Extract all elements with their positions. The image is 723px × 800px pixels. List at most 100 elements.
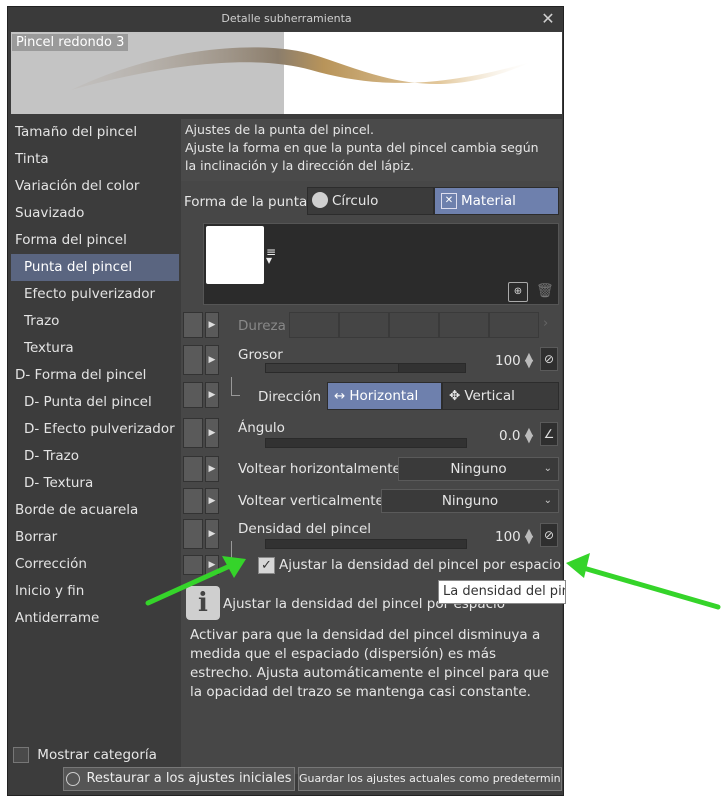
circle-option-label: Círculo [332, 193, 379, 209]
expand-button[interactable]: ▶ [205, 345, 219, 375]
hardness-slider[interactable] [289, 312, 539, 338]
material-thumbnail[interactable] [206, 226, 264, 284]
hardness-row: ▶ Dureza › [181, 312, 562, 340]
tip-shape-material-option[interactable]: ✕ Material [434, 187, 559, 215]
spinner-icon[interactable]: ▲ ▼ [523, 351, 535, 369]
brush-density-label: Densidad del pincel [238, 521, 372, 537]
expand-button[interactable]: ▶ [205, 312, 219, 338]
sidebar-item[interactable]: Textura [11, 335, 179, 362]
material-list[interactable]: ≡ ▾ ⊕ 🗑 [203, 223, 559, 305]
sidebar-item[interactable]: Inicio y fin [11, 578, 179, 605]
flip-vertical-row: ▶ Voltear verticalmente Ninguno ⌄ [181, 488, 562, 516]
flip-vertical-value: Ninguno [441, 493, 499, 509]
direction-horizontal-option[interactable]: ↔ Horizontal [327, 382, 442, 410]
circle-icon [312, 192, 328, 208]
pressure-toggle[interactable] [183, 382, 203, 408]
hardness-label: Dureza [238, 318, 286, 334]
no-pressure-icon[interactable]: ⊘ [540, 347, 558, 371]
pressure-toggle[interactable] [183, 555, 203, 575]
vertical-option-label: Vertical [464, 388, 515, 404]
direction-label: Dirección [258, 389, 322, 405]
expand-button[interactable]: ▶ [205, 382, 219, 408]
tree-connector [231, 377, 240, 396]
spinner-icon[interactable]: ▲ ▼ [523, 426, 535, 444]
description-line: Ajustes de la punta del pincel. [185, 122, 374, 137]
expand-button[interactable]: ▶ [205, 488, 219, 514]
save-as-default-button[interactable]: Guardar los ajustes actuales como predet… [298, 767, 562, 791]
pressure-toggle[interactable] [183, 456, 203, 482]
flip-horizontal-label: Voltear horizontalmente [238, 461, 401, 477]
pressure-toggle[interactable] [183, 345, 203, 375]
pressure-toggle[interactable] [183, 488, 203, 514]
angle-slider[interactable] [265, 438, 467, 448]
sidebar-item[interactable]: Trazo [11, 308, 179, 335]
adjust-density-label[interactable]: Ajustar la densidad del pincel por espac… [279, 557, 561, 573]
expand-button[interactable]: ▶ [205, 456, 219, 482]
sidebar-item[interactable]: D- Punta del pincel [11, 389, 179, 416]
subtool-detail-window: Detalle subherramienta ✕ Pincel redondo … [7, 6, 564, 796]
brush-density-slider[interactable] [265, 539, 467, 549]
show-category-checkbox[interactable] [13, 747, 29, 763]
brush-density-value[interactable]: 100 [495, 529, 521, 545]
tip-shape-row: Forma de la punta Círculo ✕ Material [181, 187, 562, 217]
pressure-toggle[interactable] [183, 312, 203, 338]
flip-horizontal-value: Ninguno [450, 461, 507, 477]
horizontal-option-label: Horizontal [349, 388, 419, 404]
vertical-icon: ✥ [449, 388, 461, 404]
sidebar-item[interactable]: D- Forma del pincel [11, 362, 179, 389]
show-category-label: Mostrar categoría [37, 747, 157, 763]
close-icon[interactable]: ✕ [539, 7, 557, 31]
add-material-icon[interactable]: ⊕ [508, 282, 528, 302]
chevron-down-icon: ⌄ [543, 495, 552, 506]
sidebar-item[interactable]: D- Efecto pulverizador [11, 416, 179, 443]
settings-panel: Ajustes de la punta del pincel. Ajuste l… [181, 119, 562, 774]
tip-shape-circle-option[interactable]: Círculo [307, 187, 434, 215]
angle-value[interactable]: 0.0 [499, 428, 520, 444]
angle-icon[interactable]: ∠ [540, 422, 558, 446]
sidebar-item[interactable]: Variación del color [11, 173, 179, 200]
restore-defaults-label: Restaurar a los ajustes iniciales [86, 771, 292, 786]
sidebar-item[interactable]: Borrar [11, 524, 179, 551]
material-option-label: Material [461, 193, 516, 209]
chevron-right-icon: › [543, 316, 549, 331]
restore-defaults-button[interactable]: Restaurar a los ajustes iniciales [63, 767, 295, 791]
pressure-toggle[interactable] [183, 519, 203, 549]
expand-button[interactable]: ▶ [205, 555, 219, 575]
material-menu-icon[interactable]: ≡ ▾ [266, 246, 280, 266]
thickness-slider-fill[interactable] [265, 363, 400, 373]
angle-row: ▶ Ángulo 0.0 ▲ ▼ ∠ [181, 418, 562, 450]
info-icon: i [186, 586, 220, 620]
window-title: Detalle subherramienta [8, 7, 563, 31]
brush-name: Pincel redondo 3 [12, 34, 129, 51]
expand-button[interactable]: ▶ [205, 418, 219, 448]
expand-button[interactable]: ▶ [205, 519, 219, 549]
flip-vertical-dropdown[interactable]: Ninguno ⌄ [381, 489, 559, 513]
sidebar-item[interactable]: Forma del pincel [11, 227, 179, 254]
adjust-density-checkbox[interactable]: ✓ [258, 557, 275, 574]
sidebar-item[interactable]: D- Trazo [11, 443, 179, 470]
sidebar-item[interactable]: Corrección [11, 551, 179, 578]
no-pressure-icon[interactable]: ⊘ [540, 523, 558, 547]
flip-horizontal-dropdown[interactable]: Ninguno ⌄ [398, 457, 559, 481]
delete-material-icon[interactable]: 🗑 [536, 282, 554, 300]
footer: Mostrar categoría Restaurar a los ajuste… [11, 737, 562, 792]
sidebar-item[interactable]: Antiderrame [11, 605, 179, 632]
section-description: Ajustes de la punta del pincel. Ajuste l… [181, 119, 562, 181]
thickness-slider-track[interactable] [398, 363, 466, 373]
sidebar-item[interactable]: Efecto pulverizador [11, 281, 179, 308]
thickness-value[interactable]: 100 [495, 353, 521, 369]
direction-vertical-option[interactable]: ✥ Vertical [442, 382, 559, 410]
sidebar-item[interactable]: D- Textura [11, 470, 179, 497]
tooltip: La densidad del pincel [438, 580, 566, 604]
sidebar-item-active[interactable]: Punta del pincel [11, 254, 179, 281]
restore-icon [66, 771, 81, 786]
show-category-toggle[interactable]: Mostrar categoría [13, 747, 157, 763]
spinner-icon[interactable]: ▲ ▼ [523, 527, 535, 545]
sidebar-item[interactable]: Borde de acuarela [11, 497, 179, 524]
pressure-toggle[interactable] [183, 418, 203, 448]
thickness-row: ▶ Grosor 100 ▲ ▼ ⊘ [181, 345, 562, 377]
sidebar-item[interactable]: Suavizado [11, 200, 179, 227]
tip-shape-label: Forma de la punta [184, 194, 308, 210]
sidebar-item[interactable]: Tinta [11, 146, 179, 173]
sidebar-item[interactable]: Tamaño del pincel [11, 119, 179, 146]
